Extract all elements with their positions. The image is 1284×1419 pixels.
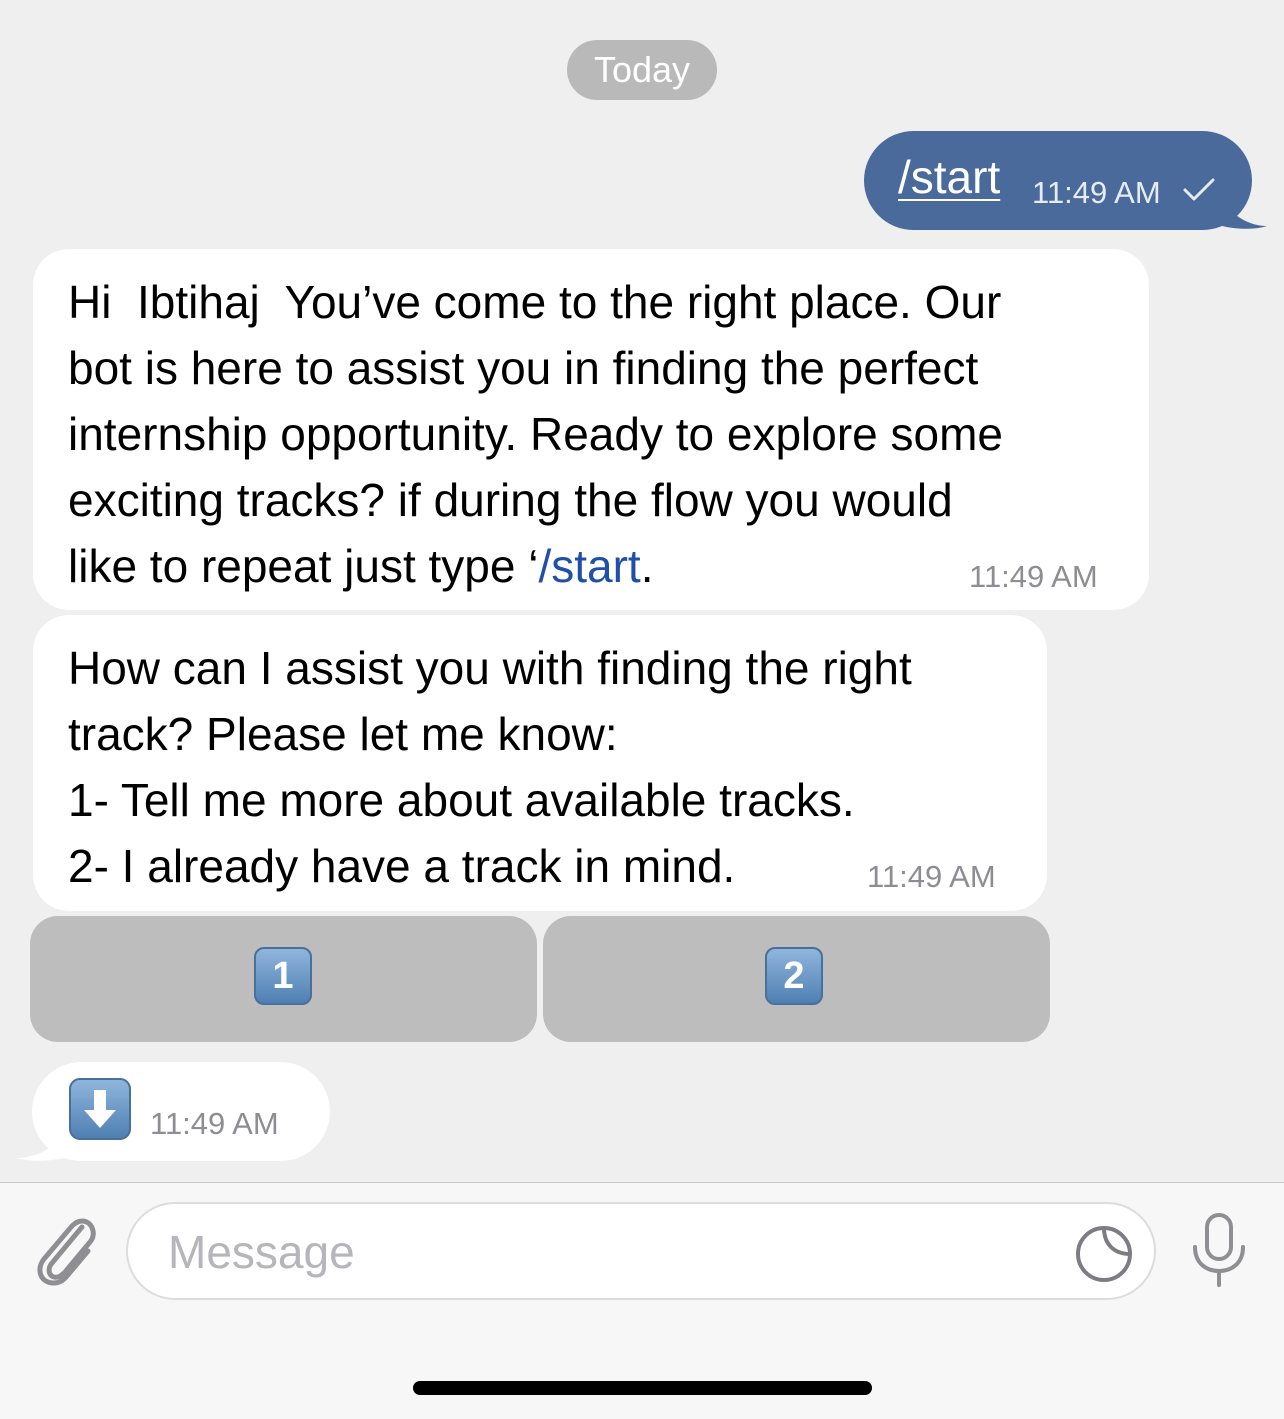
text-line: like to repeat just type ‘ <box>68 540 539 592</box>
down-arrow-key-icon <box>69 1078 131 1140</box>
inline-button-option-1[interactable]: 1 <box>30 916 537 1042</box>
home-indicator <box>413 1381 872 1395</box>
start-command-link[interactable]: /start <box>538 540 640 592</box>
keycap-2-icon: 2 <box>765 947 823 1005</box>
text-line: track? Please let me know: <box>68 708 618 760</box>
bot-options-message-bubble: How can I assist you with finding the ri… <box>33 615 1047 911</box>
message-placeholder: Message <box>168 1226 355 1278</box>
microphone-icon[interactable] <box>1186 1211 1252 1291</box>
text-line: exciting tracks? if during the flow you … <box>68 474 953 526</box>
message-input[interactable]: Message <box>126 1202 1156 1300</box>
text-line: How can I assist you with finding the ri… <box>68 642 912 694</box>
message-time: 11:49 AM <box>969 559 1098 594</box>
text-line: 2- I already have a track in mind. <box>68 840 736 892</box>
keycap-1-icon: 1 <box>254 947 312 1005</box>
message-time: 11:49 AM <box>867 859 996 894</box>
start-command-link[interactable]: /start <box>898 149 1000 205</box>
message-time: 11:49 AM <box>150 1106 279 1141</box>
bot-arrow-message-bubble: 11:49 AM <box>32 1062 330 1161</box>
text-line: internship opportunity. Ready to explore… <box>68 408 1004 460</box>
bot-welcome-message-bubble: Hi Ibtihaj You’ve come to the right plac… <box>33 249 1149 610</box>
paperclip-icon[interactable] <box>30 1211 100 1287</box>
welcome-message-text: Hi Ibtihaj You’ve come to the right plac… <box>68 269 1003 599</box>
sticker-icon[interactable] <box>1072 1222 1136 1286</box>
inline-button-option-2[interactable]: 2 <box>543 916 1050 1042</box>
date-separator: Today <box>567 40 717 100</box>
options-message-text: How can I assist you with finding the ri… <box>68 635 912 899</box>
outgoing-message-bubble[interactable]: /start 11:49 AM <box>864 131 1252 230</box>
text-line: Hi Ibtihaj You’ve come to the right plac… <box>68 276 1002 328</box>
message-time: 11:49 AM <box>1032 175 1161 210</box>
message-composer: Message <box>0 1182 1284 1419</box>
text-line: 1- Tell me more about available tracks. <box>68 774 855 826</box>
chat-area: Today /start 11:49 AM Hi Ibtihaj You’ve … <box>0 0 1284 1182</box>
text-line-end: . <box>640 540 654 592</box>
text-line: bot is here to assist you in finding the… <box>68 342 979 394</box>
sent-check-icon <box>1183 178 1215 201</box>
